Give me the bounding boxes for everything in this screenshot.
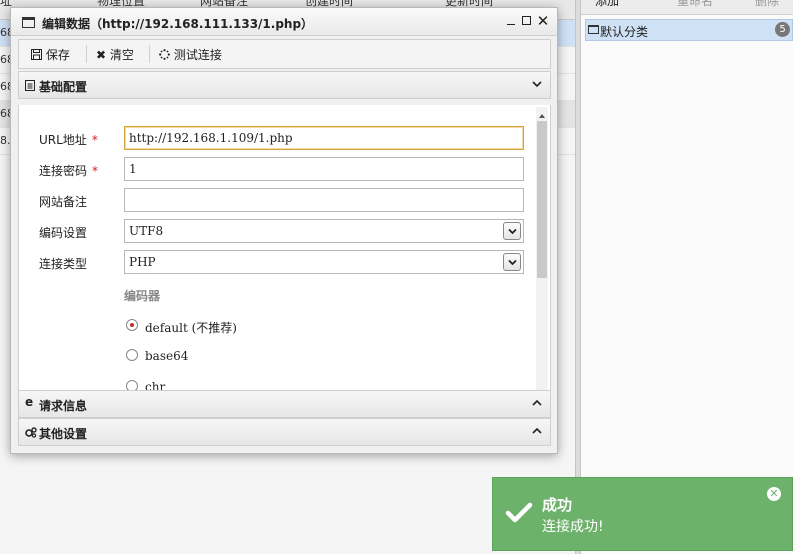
spinner-icon: [159, 49, 170, 60]
category-panel: 添加 重命名 删除 默认分类 5: [581, 0, 793, 554]
section-other-settings-label: 其他设置: [39, 427, 88, 441]
folder-icon: [588, 25, 599, 34]
encoder-radio-base64[interactable]: [126, 349, 138, 361]
chevron-down-icon: [532, 78, 542, 88]
dialog-title: 编辑数据（http://192.168.111.133/1.php）: [42, 17, 314, 31]
chevron-down-icon: [503, 253, 521, 271]
toolbar-divider: [86, 45, 87, 63]
save-button[interactable]: 保存: [31, 46, 70, 63]
window-icon: [22, 17, 35, 28]
category-toolbar: 添加 重命名 删除: [581, 0, 793, 15]
cogs-icon: [25, 427, 37, 438]
encoding-value: UTF8: [129, 224, 164, 238]
toast-message: 连接成功!: [542, 519, 604, 535]
connection-type-value: PHP: [129, 255, 156, 269]
clear-label: 清空: [109, 48, 134, 62]
file-text-icon: [25, 80, 35, 91]
edge-e-icon: e: [25, 395, 34, 409]
url-label: URL地址 *: [39, 133, 98, 147]
test-connection-button[interactable]: 测试连接: [159, 46, 222, 63]
encoding-label: 编码设置: [39, 226, 88, 240]
required-mark: *: [92, 164, 99, 178]
test-connection-label: 测试连接: [173, 48, 222, 62]
checkmark-icon: [505, 501, 533, 525]
category-label: 默认分类: [600, 25, 649, 39]
section-basic-config-label: 基础配置: [39, 80, 88, 94]
category-item-default[interactable]: 默认分类 5: [585, 19, 793, 41]
times-icon: ✖: [96, 48, 107, 62]
close-button[interactable]: ✕: [536, 14, 550, 29]
password-input[interactable]: 1: [124, 157, 524, 181]
toolbar-divider: [149, 45, 150, 63]
encoder-option-label[interactable]: default (不推荐): [145, 319, 237, 336]
encoder-option-label[interactable]: base64: [145, 349, 188, 363]
toast-close-icon[interactable]: ✕: [767, 487, 781, 501]
connection-type-label: 连接类型: [39, 257, 88, 271]
basic-config-form: URL地址 * http://192.168.1.109/1.php 连接密码 * …: [18, 105, 551, 397]
minimize-button[interactable]: [505, 14, 519, 28]
edit-data-dialog: 编辑数据（http://192.168.111.133/1.php） ✕ 保存 …: [10, 7, 558, 454]
dialog-titlebar[interactable]: 编辑数据（http://192.168.111.133/1.php） ✕: [11, 8, 557, 36]
scrollbar-thumb[interactable]: [537, 121, 547, 278]
chevron-up-icon: [532, 425, 542, 435]
note-input[interactable]: [124, 188, 524, 212]
scroll-up-arrow-icon[interactable]: [538, 109, 546, 118]
form-scrollbar[interactable]: [536, 107, 548, 395]
encoder-heading: 编码器: [124, 289, 161, 303]
add-category-button[interactable]: 添加: [595, 0, 619, 9]
chevron-up-icon: [532, 397, 542, 407]
toast-title: 成功: [542, 496, 573, 514]
maximize-button[interactable]: [520, 14, 534, 28]
section-basic-config-header[interactable]: 基础配置: [18, 71, 551, 99]
section-other-settings-header[interactable]: 其他设置: [18, 418, 551, 446]
note-label: 网站备注: [39, 195, 88, 209]
url-input[interactable]: http://192.168.1.109/1.php: [124, 126, 524, 150]
required-mark: *: [91, 133, 98, 147]
success-toast: 成功 连接成功! ✕: [492, 477, 793, 551]
save-label: 保存: [45, 48, 70, 62]
encoder-radio-default[interactable]: [126, 319, 138, 331]
save-icon: [31, 49, 42, 60]
encoding-select[interactable]: UTF8: [124, 219, 524, 243]
delete-category-button[interactable]: 删除: [755, 0, 779, 9]
clear-button[interactable]: ✖ 清空: [96, 46, 134, 63]
chevron-down-icon: [503, 222, 521, 240]
rename-category-button[interactable]: 重命名: [677, 0, 713, 9]
category-count-badge: 5: [775, 22, 790, 37]
section-request-info-header[interactable]: e 请求信息: [18, 390, 551, 418]
password-label: 连接密码 *: [39, 164, 99, 178]
list-row-cell: 8.: [0, 134, 11, 147]
dialog-toolbar: 保存 ✖ 清空 测试连接: [18, 39, 551, 69]
section-request-info-label: 请求信息: [39, 399, 88, 413]
connection-type-select[interactable]: PHP: [124, 250, 524, 274]
